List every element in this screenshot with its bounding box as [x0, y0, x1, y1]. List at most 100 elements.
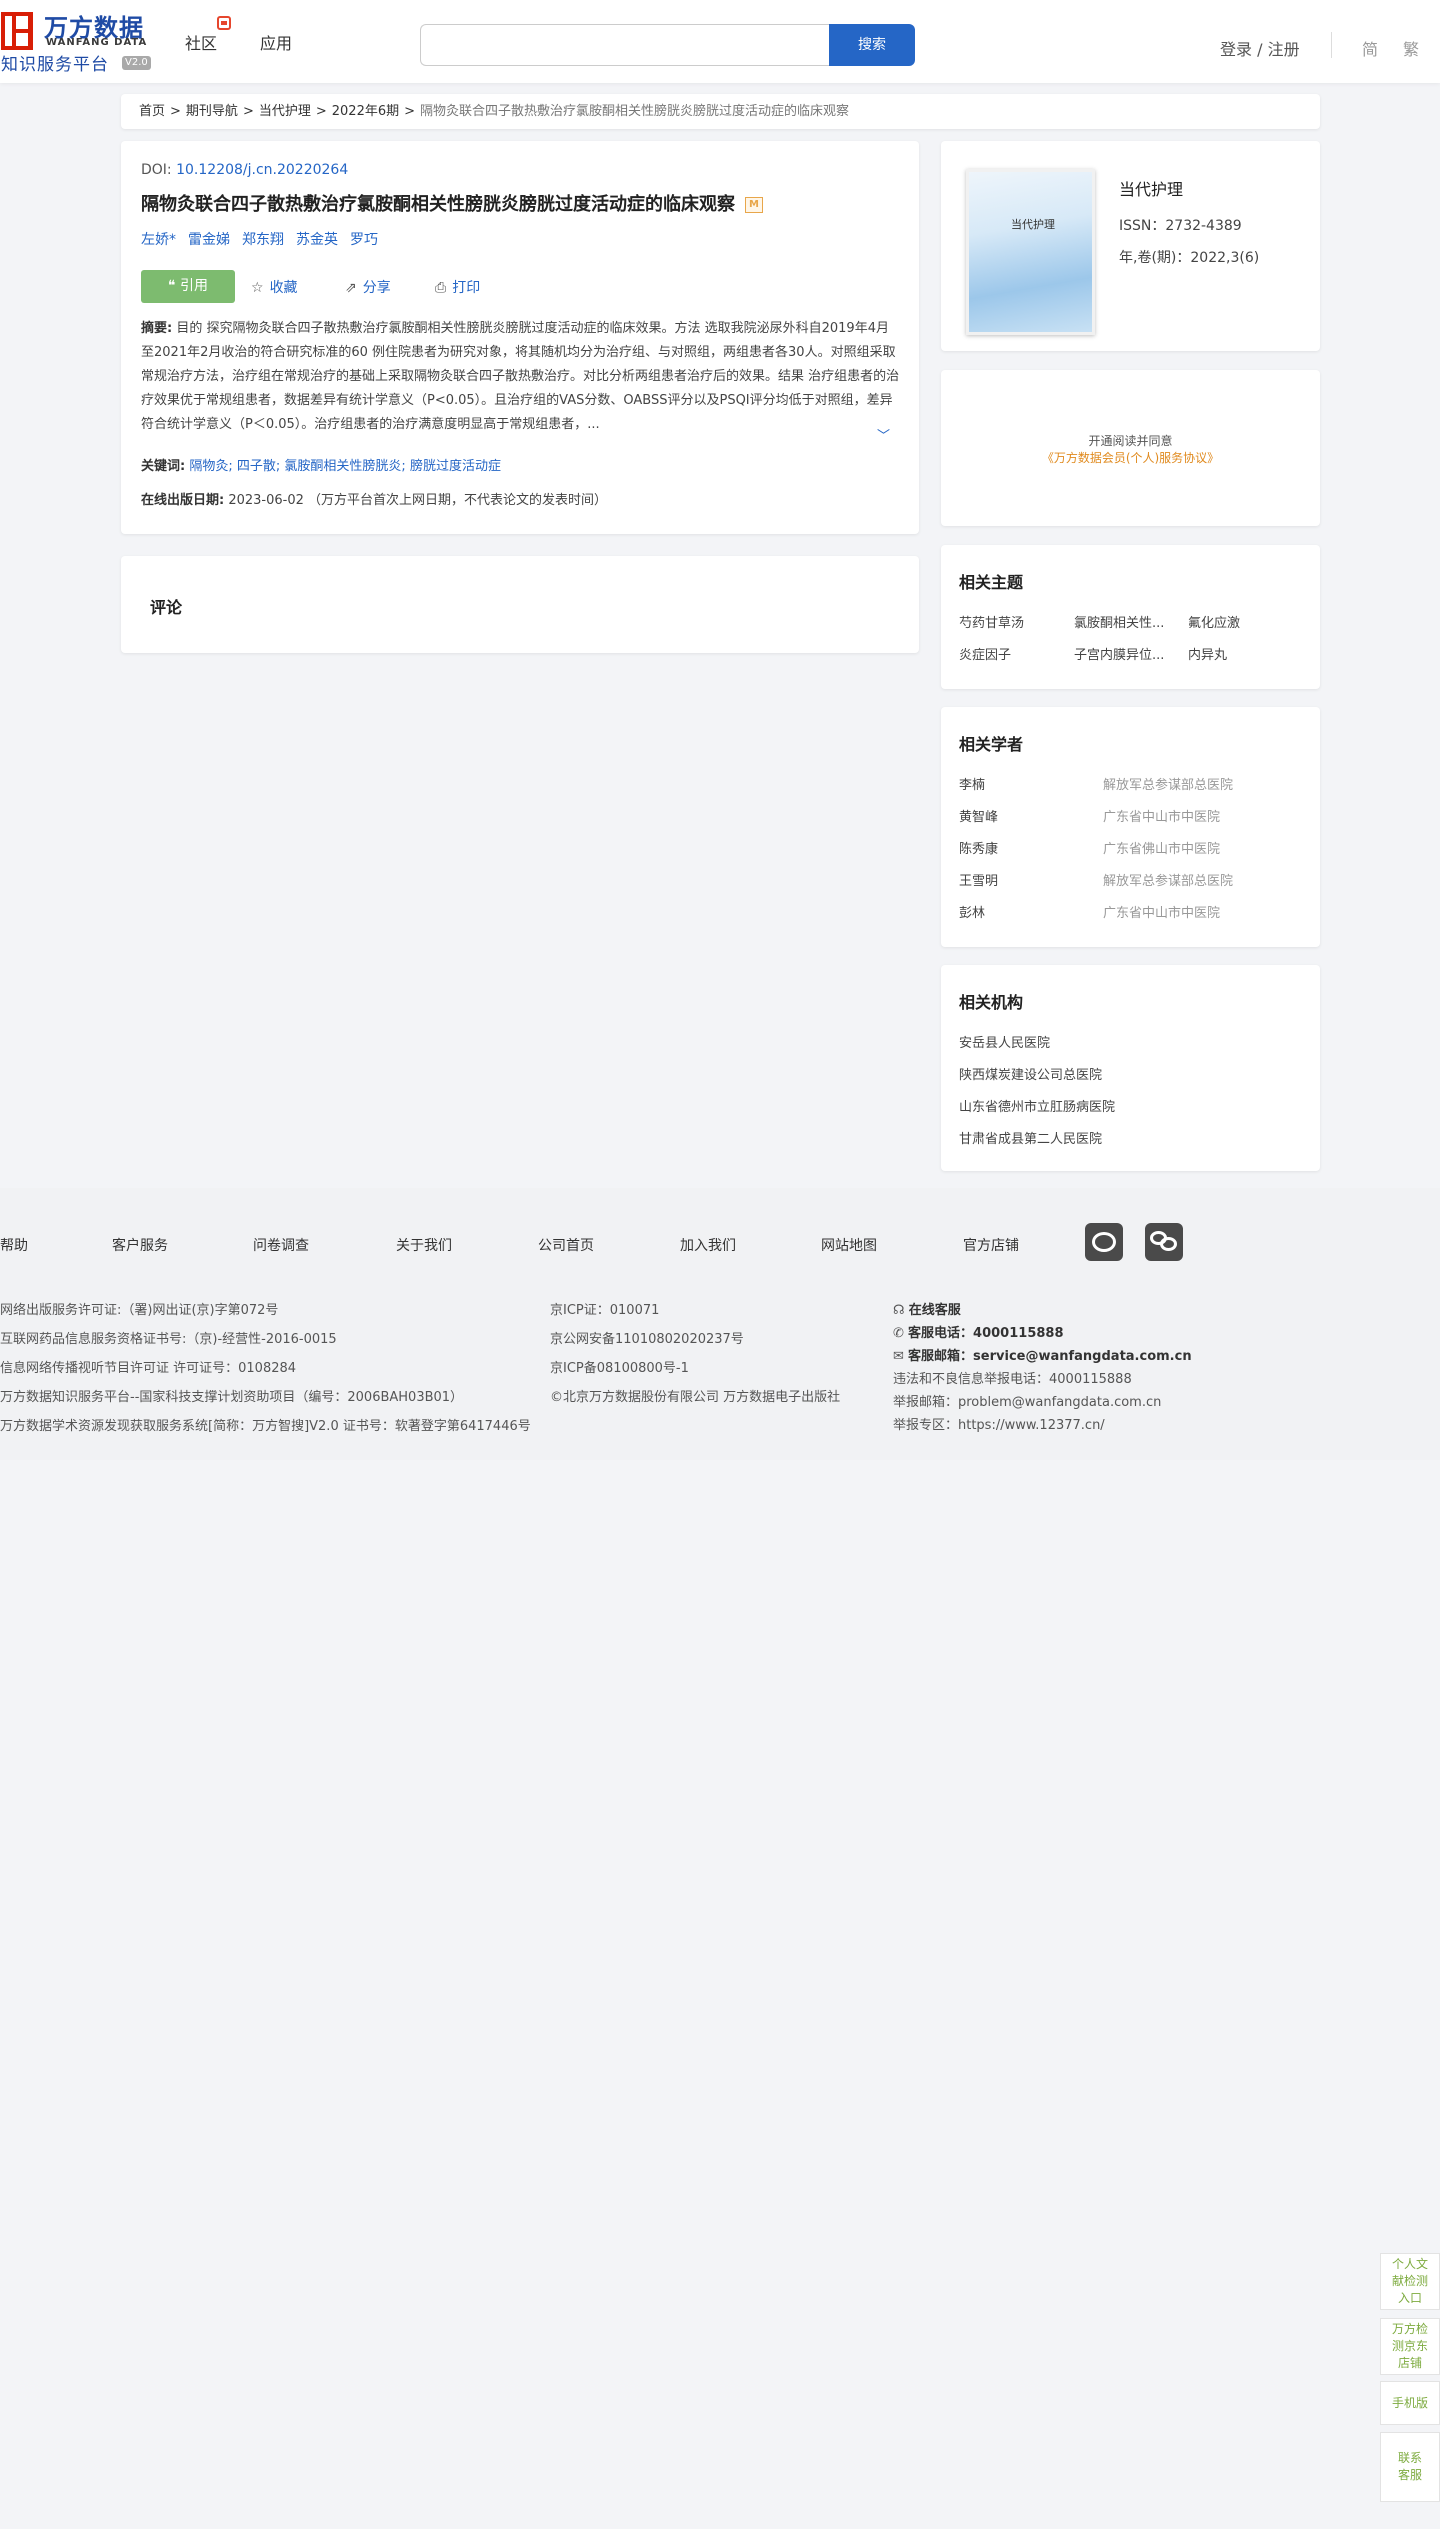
- author-link[interactable]: 左娇*: [141, 232, 176, 248]
- footer-link-sitemap[interactable]: 网站地图: [821, 1235, 877, 1255]
- footer-link-help[interactable]: 帮助: [0, 1235, 28, 1255]
- report-link[interactable]: 举报专区：https://www.12377.cn/: [893, 1414, 1105, 1433]
- topic-link[interactable]: 内异丸: [1188, 644, 1227, 663]
- scholar-name[interactable]: 李楠: [959, 774, 985, 793]
- publish-date: 在线出版日期: 2023-06-02 （万方平台首次上网日期，不代表论文的发表时…: [141, 493, 608, 508]
- logo-text-en: WANFANG DATA: [46, 37, 148, 48]
- breadcrumb-journal[interactable]: 当代护理: [259, 104, 311, 119]
- keyword-link[interactable]: 膀胱过度活动症: [410, 459, 501, 474]
- keyword-link[interactable]: 隔物灸;: [189, 459, 232, 474]
- scholar-affiliation[interactable]: 广东省中山市中医院: [1103, 806, 1220, 825]
- online-service-link[interactable]: ☊ 在线客服: [893, 1299, 961, 1318]
- version-badge: V2.0: [122, 56, 151, 70]
- scholar-name[interactable]: 彭林: [959, 902, 985, 921]
- report-text: 举报邮箱：problem@wanfangdata.com.cn: [893, 1395, 1162, 1410]
- breadcrumb-current: 隔物灸联合四子散热敷治疗氯胺酮相关性膀胱炎膀胱过度活动症的临床观察: [420, 104, 850, 119]
- scholar-name[interactable]: 陈秀康: [959, 838, 998, 857]
- footer-link-join[interactable]: 加入我们: [680, 1235, 736, 1255]
- author-link[interactable]: 雷金娣: [188, 232, 230, 248]
- nav-apps[interactable]: 应用: [260, 30, 292, 54]
- search-button[interactable]: 搜索: [829, 24, 915, 66]
- author-link[interactable]: 郑东翔: [242, 232, 284, 248]
- author-link[interactable]: 罗巧: [350, 232, 378, 248]
- related-topics-title: 相关主题: [959, 573, 1024, 592]
- scholar-affiliation[interactable]: 解放军总参谋部总医院: [1103, 870, 1233, 889]
- breadcrumb-issue[interactable]: 2022年6期: [332, 104, 399, 119]
- service-phone: ✆ 客服电话：4000115888: [893, 1326, 1064, 1341]
- scholar-name[interactable]: 黄智峰: [959, 806, 998, 825]
- breadcrumb-journal-nav[interactable]: 期刊导航: [186, 104, 238, 119]
- weibo-icon[interactable]: [1085, 1223, 1123, 1261]
- login-register-link[interactable]: 登录 / 注册: [1220, 36, 1300, 60]
- org-link[interactable]: 安岳县人民医院: [959, 1032, 1050, 1051]
- footer-link-service[interactable]: 客户服务: [112, 1235, 168, 1255]
- article-title: 隔物灸联合四子散热敷治疗氯胺酮相关性膀胱炎膀胱过度活动症的临床观察 M: [141, 190, 763, 216]
- mail-icon: ✉: [893, 1349, 909, 1364]
- share-button[interactable]: ⇗ 分享: [345, 277, 391, 297]
- journal-cover[interactable]: 当代护理: [966, 169, 1095, 335]
- footer-link-company[interactable]: 公司首页: [538, 1235, 594, 1255]
- headset-icon: ☊: [893, 1303, 909, 1318]
- float-mobile[interactable]: 手机版: [1380, 2381, 1440, 2425]
- logo-subtitle: 知识服务平台: [1, 55, 109, 75]
- topic-link[interactable]: 子宫内膜异位...: [1074, 644, 1164, 663]
- author-link[interactable]: 苏金英: [296, 232, 338, 248]
- star-icon: ☆: [251, 280, 264, 296]
- lang-traditional[interactable]: 繁: [1403, 36, 1419, 60]
- float-contact[interactable]: 联系客服: [1380, 2432, 1440, 2502]
- related-orgs-card: 相关机构 安岳县人民医院 陕西煤炭建设公司总医院 山东省德州市立肛肠病医院 甘肃…: [941, 965, 1320, 1171]
- favorite-button[interactable]: ☆ 收藏: [251, 277, 298, 297]
- icp-text: 京公网安备11010802020237号: [550, 1332, 744, 1347]
- expand-chevron-icon[interactable]: ﹀: [877, 425, 890, 444]
- journal-name[interactable]: 当代护理: [1119, 176, 1183, 200]
- logo-mark-icon: [1, 12, 33, 50]
- doi: DOI: 10.12208/j.cn.20220264: [141, 162, 349, 178]
- nav-community[interactable]: 社区: [185, 30, 217, 54]
- org-link[interactable]: 陕西煤炭建设公司总医院: [959, 1064, 1102, 1083]
- scholar-affiliation[interactable]: 广东省中山市中医院: [1103, 902, 1220, 921]
- float-check-entry[interactable]: 个人文献检测入口: [1380, 2253, 1440, 2310]
- lang-simplified[interactable]: 简: [1362, 36, 1378, 60]
- footer-link-about[interactable]: 关于我们: [396, 1235, 452, 1255]
- report-text: 违法和不良信息举报电话：4000115888: [893, 1372, 1132, 1387]
- comments-card: 评论: [121, 556, 919, 653]
- doi-link[interactable]: 10.12208/j.cn.20220264: [176, 162, 348, 178]
- license-text: 信息网络传播视听节目许可证 许可证号：0108284: [0, 1361, 297, 1376]
- access-text: 开通阅读并同意: [1088, 434, 1173, 448]
- header-divider: [1331, 32, 1332, 58]
- keyword-link[interactable]: 四子散;: [237, 459, 280, 474]
- scholar-name[interactable]: 王雪明: [959, 870, 998, 889]
- org-link[interactable]: 甘肃省成县第二人民医院: [959, 1128, 1102, 1147]
- print-button[interactable]: ⎙ 打印: [435, 277, 480, 297]
- topic-link[interactable]: 芍药甘草汤: [959, 612, 1024, 631]
- related-scholars-title: 相关学者: [959, 735, 1024, 754]
- license-text: 网络出版服务许可证:（署)网出证(京)字第072号: [0, 1303, 279, 1318]
- scholar-affiliation[interactable]: 解放军总参谋部总医院: [1103, 774, 1233, 793]
- keyword-link[interactable]: 氯胺酮相关性膀胱炎;: [284, 459, 405, 474]
- breadcrumb: 首页 > 期刊导航 > 当代护理 >2022年6期 > 隔物灸联合四子散热敷治疗氯胺酮相关性膀…: [121, 94, 1320, 129]
- topic-link[interactable]: 炎症因子: [959, 644, 1011, 663]
- license-text: 互联网药品信息服务资格证书号:（京)-经营性-2016-0015: [0, 1332, 337, 1347]
- footer-link-store[interactable]: 官方店铺: [963, 1235, 1019, 1255]
- top-header: 万方数据 WANFANG DATA 知识服务平台 V2.0 社区 应用 搜索 登…: [0, 0, 1440, 83]
- float-jd-store[interactable]: 万方检测京东店铺: [1380, 2318, 1440, 2375]
- cite-button[interactable]: ❝ 引用: [141, 270, 235, 303]
- journal-card: 当代护理 当代护理 ISSN：2732-4389 年,卷(期)：2022,3(6…: [941, 141, 1320, 351]
- wechat-icon[interactable]: [1145, 1223, 1183, 1261]
- related-orgs-title: 相关机构: [959, 993, 1024, 1012]
- article-card: DOI: 10.12208/j.cn.20220264 隔物灸联合四子散热敷治疗…: [121, 141, 919, 534]
- journal-volume: 年,卷(期)：2022,3(6): [1119, 250, 1260, 266]
- search-input[interactable]: [420, 24, 830, 66]
- service-email: ✉ 客服邮箱：service@wanfangdata.com.cn: [893, 1349, 1192, 1364]
- icp-text: 京ICP证：010071: [550, 1303, 660, 1318]
- topic-link[interactable]: 氟化应激: [1188, 612, 1240, 631]
- copyright-text: ©北京万方数据股份有限公司 万方数据电子出版社: [550, 1390, 841, 1405]
- topic-link[interactable]: 氯胺酮相关性...: [1074, 612, 1164, 631]
- keywords: 关键词: 隔物灸; 四子散; 氯胺酮相关性膀胱炎; 膀胱过度活动症: [141, 459, 501, 474]
- wanfang-logo[interactable]: 万方数据 WANFANG DATA 知识服务平台 V2.0: [0, 6, 160, 75]
- breadcrumb-home[interactable]: 首页: [139, 104, 165, 119]
- org-link[interactable]: 山东省德州市立肛肠病医院: [959, 1096, 1115, 1115]
- scholar-affiliation[interactable]: 广东省佛山市中医院: [1103, 838, 1220, 857]
- footer-link-survey[interactable]: 问卷调查: [253, 1235, 309, 1255]
- service-agreement-link[interactable]: 《万方数据会员(个人)服务协议》: [941, 449, 1320, 466]
